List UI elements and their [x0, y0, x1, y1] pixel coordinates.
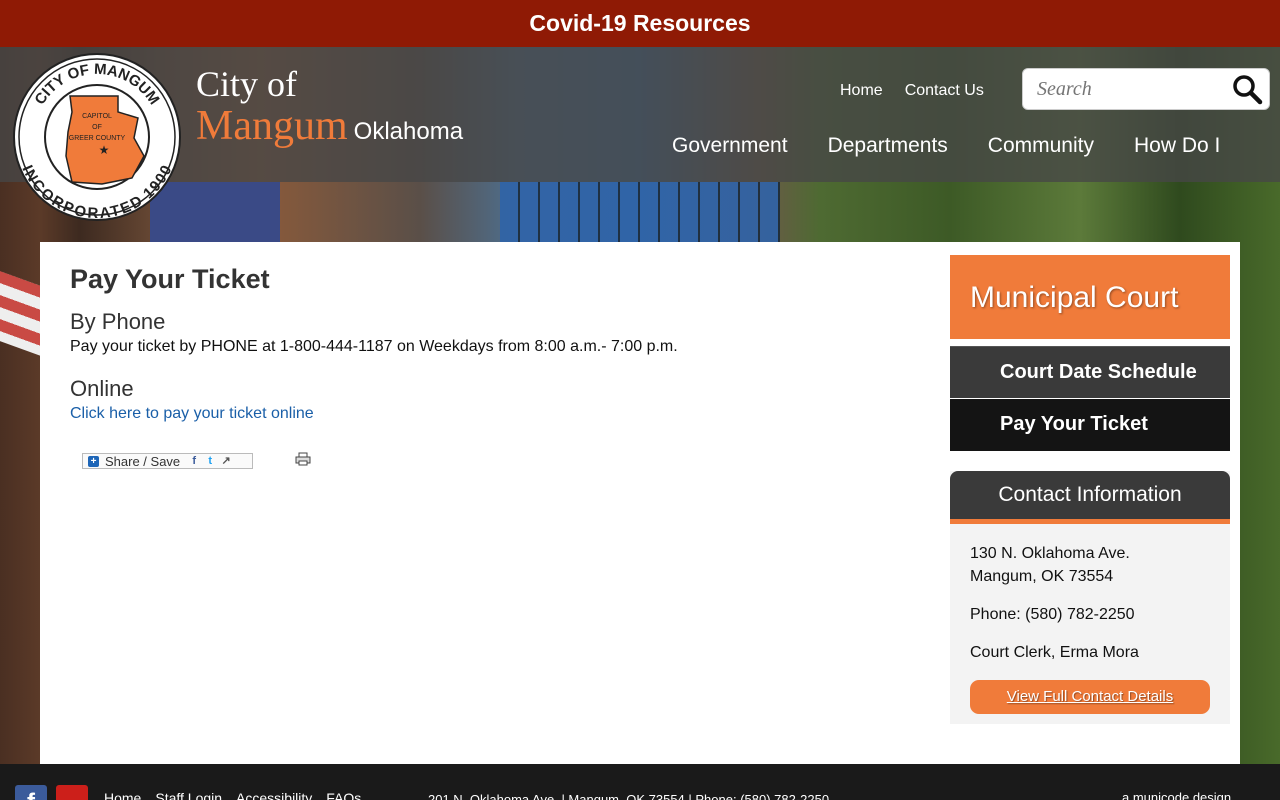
- contact-information-box: Contact Information 130 N. Oklahoma Ave.…: [950, 471, 1230, 724]
- nav-community[interactable]: Community: [988, 134, 1094, 158]
- contact-address-2: Mangum, OK 73554: [970, 568, 1114, 585]
- facebook-icon[interactable]: f: [15, 785, 47, 800]
- view-full-contact-details-button[interactable]: View Full Contact Details: [970, 680, 1210, 714]
- footer-link-faqs[interactable]: FAQs: [326, 790, 361, 800]
- site-brand[interactable]: City of Mangum Oklahoma: [196, 66, 463, 148]
- share-save-label: Share / Save: [105, 453, 181, 469]
- nav-departments[interactable]: Departments: [828, 134, 948, 158]
- covid-resources-link[interactable]: Covid-19 Resources: [529, 10, 750, 37]
- scaffold-photo-detail: [500, 182, 780, 242]
- site-footer: f Home Staff Login Accessibility FAQs 20…: [0, 764, 1280, 800]
- svg-text:★: ★: [99, 143, 110, 157]
- contact-heading: Contact Information: [950, 471, 1230, 524]
- utility-nav: Home Contact Us: [840, 82, 984, 100]
- search-icon[interactable]: [1231, 73, 1263, 105]
- section-heading-online: Online: [70, 376, 134, 401]
- sidebar-item-pay-your-ticket[interactable]: Pay Your Ticket: [950, 399, 1230, 451]
- share-save-button[interactable]: + Share / Save f t ↗: [82, 453, 253, 469]
- brand-mangum: Mangum: [196, 103, 348, 149]
- footer-credit[interactable]: a municode design: [1122, 790, 1231, 800]
- sidebar-title: Municipal Court: [950, 255, 1230, 339]
- brand-oklahoma: Oklahoma: [353, 118, 464, 145]
- nav-how-do-i[interactable]: How Do I: [1134, 134, 1220, 158]
- share-plus-icon: +: [88, 455, 99, 467]
- seal-center-text-1: CAPITOL: [82, 113, 112, 120]
- contact-clerk: Court Clerk, Erma Mora: [970, 644, 1139, 661]
- twitter-icon[interactable]: t: [204, 455, 216, 467]
- pay-online-link[interactable]: Click here to pay your ticket online: [70, 405, 314, 422]
- footer-link-accessibility[interactable]: Accessibility: [236, 790, 312, 800]
- covid-resources-banner[interactable]: Covid-19 Resources: [0, 0, 1280, 47]
- footer-link-staff-login[interactable]: Staff Login: [155, 790, 222, 800]
- youtube-icon[interactable]: [56, 785, 88, 800]
- seal-center-text-2: OF: [92, 124, 102, 131]
- footer-links: Home Staff Login Accessibility FAQs: [104, 790, 361, 800]
- util-nav-home[interactable]: Home: [840, 82, 883, 100]
- sidebar-item-court-date-schedule[interactable]: Court Date Schedule: [950, 346, 1230, 398]
- facebook-icon[interactable]: f: [188, 455, 200, 467]
- seal-center-text-3: GREER COUNTY: [69, 135, 126, 142]
- section-heading-by-phone: By Phone: [70, 309, 166, 334]
- footer-link-home[interactable]: Home: [104, 790, 141, 800]
- contact-address-1: 130 N. Oklahoma Ave.: [970, 545, 1130, 562]
- contact-phone: Phone: (580) 782-2250: [970, 606, 1135, 623]
- brand-city-of: City of: [196, 64, 298, 104]
- print-icon[interactable]: [295, 452, 311, 466]
- share-arrow-icon[interactable]: ↗: [220, 455, 232, 467]
- search-input[interactable]: [1023, 77, 1223, 101]
- city-seal-logo[interactable]: CAPITOL OF GREER COUNTY ★ CITY OF MANGUM…: [12, 52, 182, 222]
- phone-instructions: Pay your ticket by PHONE at 1-800-444-11…: [70, 338, 678, 355]
- nav-government[interactable]: Government: [672, 134, 788, 158]
- util-nav-contact-us[interactable]: Contact Us: [905, 82, 984, 100]
- footer-address: 201 N. Oklahoma Ave. | Mangum, OK 73554 …: [428, 792, 830, 800]
- search-box: [1022, 68, 1270, 110]
- page-title: Pay Your Ticket: [70, 264, 270, 294]
- main-nav: Government Departments Community How Do …: [672, 134, 1220, 158]
